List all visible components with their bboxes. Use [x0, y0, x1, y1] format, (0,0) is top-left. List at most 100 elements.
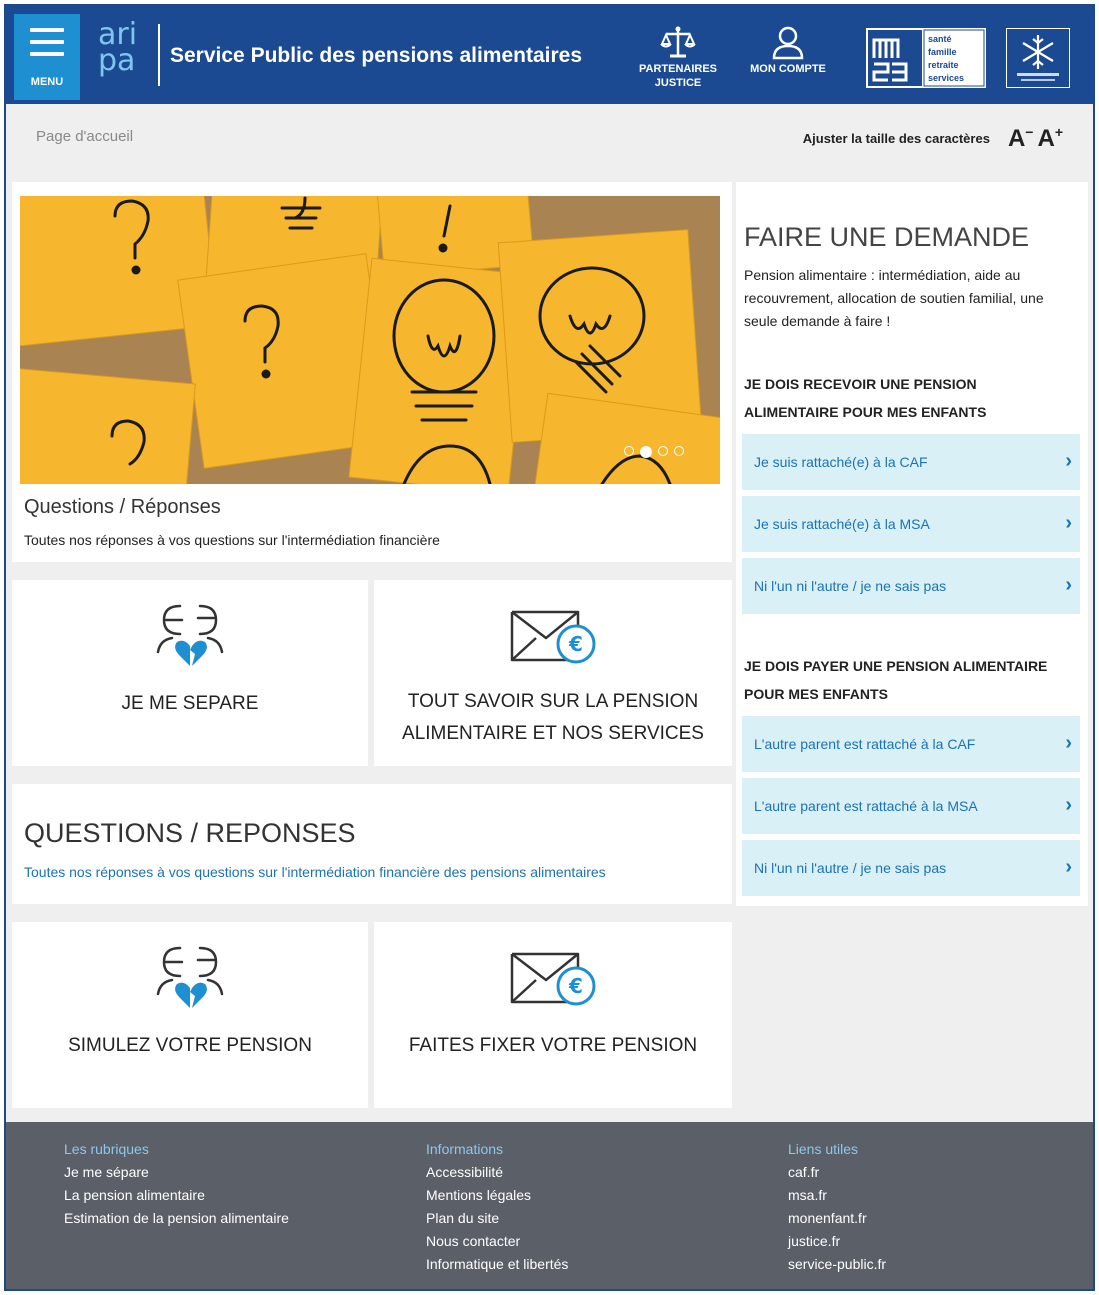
faire-une-demande-panel: FAIRE UNE DEMANDE Pension alimentaire : …: [736, 182, 1088, 906]
questions-reponses-block: QUESTIONS / REPONSES Toutes nos réponses…: [12, 784, 732, 904]
logo-divider: [158, 24, 160, 86]
mon-compte-label: MON COMPTE: [750, 63, 826, 75]
chevron-right-icon: ›: [1065, 450, 1072, 472]
font-adjust-label: Ajuster la taille des caractères: [802, 131, 990, 146]
euro-envelope-icon: €: [510, 952, 596, 1006]
qr-title[interactable]: QUESTIONS / REPONSES: [24, 818, 356, 849]
demande-title: FAIRE UNE DEMANDE: [744, 222, 1030, 252]
svg-text:€: €: [568, 632, 583, 656]
snowflake-emblem-icon: [1017, 35, 1059, 81]
logo-text-bottom: pa: [98, 43, 136, 78]
carousel-dot[interactable]: [658, 446, 668, 456]
menu-label: MENU: [30, 76, 64, 88]
footer-link[interactable]: La pension alimentaire: [64, 1184, 289, 1207]
msa-emblem-icon: santé famille retraite services: [868, 29, 985, 87]
footer-link[interactable]: Informatique et libertés: [426, 1253, 568, 1276]
link-label: Je suis rattaché(e) à la CAF: [754, 454, 928, 470]
footer-link[interactable]: Nous contacter: [426, 1230, 568, 1253]
font-decrease-glyph: A: [1007, 125, 1026, 152]
broken-heart-couple-icon: [156, 946, 224, 1008]
hamburger-icon: [30, 28, 64, 64]
site-header: MENU ari pa Service Public des pensions …: [6, 6, 1093, 104]
broken-heart-couple-icon: [156, 604, 224, 666]
site-footer: Les rubriques Je me sépare La pension al…: [6, 1122, 1093, 1289]
link-label: L'autre parent est rattaché à la MSA: [754, 798, 978, 814]
footer-link[interactable]: justice.fr: [788, 1230, 886, 1253]
carousel-subtitle: Toutes nos réponses à vos questions sur …: [24, 532, 440, 548]
qr-subtitle-link[interactable]: Toutes nos réponses à vos questions sur …: [24, 864, 606, 880]
link-label: Je suis rattaché(e) à la MSA: [754, 516, 930, 532]
carousel-title[interactable]: Questions / Réponses: [24, 496, 221, 519]
footer-column-informations: Informations Accessibilité Mentions léga…: [426, 1138, 568, 1276]
user-icon: [772, 26, 804, 60]
menu-button[interactable]: MENU: [14, 14, 80, 100]
chevron-right-icon: ›: [1065, 732, 1072, 754]
scales-icon: [660, 26, 696, 58]
footer-link[interactable]: Accessibilité: [426, 1161, 568, 1184]
tile-label: JE ME SEPARE: [121, 693, 259, 714]
svg-text:famille: famille: [928, 47, 957, 57]
chevron-right-icon: ›: [1065, 794, 1072, 816]
pay-link-other[interactable]: Ni l'un ni l'autre / je ne sais pas ›: [742, 840, 1080, 896]
font-decrease-sup: −: [1025, 124, 1034, 140]
carousel-pagination: [624, 446, 684, 458]
link-label: Ni l'un ni l'autre / je ne sais pas: [754, 578, 947, 594]
tile-label: SIMULEZ VOTRE PENSION: [68, 1035, 312, 1056]
footer-heading: Les rubriques: [64, 1141, 149, 1157]
caf-logo[interactable]: [1006, 28, 1070, 88]
justice-label: JUSTICE: [654, 77, 702, 89]
footer-column-rubriques: Les rubriques Je me sépare La pension al…: [64, 1138, 289, 1230]
site-title[interactable]: Service Public des pensions alimentaires: [170, 44, 582, 68]
carousel-dot-active[interactable]: [640, 446, 652, 458]
svg-text:retraite: retraite: [928, 60, 959, 70]
pay-link-msa[interactable]: L'autre parent est rattaché à la MSA ›: [742, 778, 1080, 834]
font-increase-glyph: A: [1037, 125, 1055, 152]
tile-simulez[interactable]: SIMULEZ VOTRE PENSION: [12, 922, 368, 1108]
demande-description: Pension alimentaire : intermédiation, ai…: [744, 267, 1044, 329]
footer-link[interactable]: monenfant.fr: [788, 1207, 886, 1230]
font-increase-button[interactable]: A+: [1037, 124, 1063, 153]
carousel-dot[interactable]: [674, 446, 684, 456]
carousel-dot[interactable]: [624, 446, 634, 456]
footer-column-liens-utiles: Liens utiles caf.fr msa.fr monenfant.fr …: [788, 1138, 886, 1276]
receive-link-other[interactable]: Ni l'un ni l'autre / je ne sais pas ›: [742, 558, 1080, 614]
link-label: L'autre parent est rattaché à la CAF: [754, 736, 976, 752]
msa-logo[interactable]: santé famille retraite services: [866, 28, 986, 88]
footer-link[interactable]: msa.fr: [788, 1184, 886, 1207]
tile-tout-savoir[interactable]: € TOUT SAVOIR SUR LA PENSION ALIMENTAIRE…: [374, 580, 732, 766]
euro-envelope-icon: €: [510, 610, 596, 664]
page-frame: MENU ari pa Service Public des pensions …: [4, 4, 1095, 1291]
chevron-right-icon: ›: [1065, 856, 1072, 878]
receive-link-msa[interactable]: Je suis rattaché(e) à la MSA ›: [742, 496, 1080, 552]
mon-compte-link[interactable]: MON COMPTE: [748, 24, 828, 76]
link-label: Ni l'un ni l'autre / je ne sais pas: [754, 860, 947, 876]
footer-heading: Liens utiles: [788, 1141, 859, 1157]
breadcrumb-bar: Page d'accueil Ajuster la taille des car…: [6, 104, 1093, 176]
receive-heading: JE DOIS RECEVOIR UNE PENSION ALIMENTAIRE…: [744, 376, 987, 420]
footer-link[interactable]: Plan du site: [426, 1207, 568, 1230]
font-decrease-button[interactable]: A−: [1008, 124, 1034, 153]
sticky-notes-illustration: [20, 196, 720, 484]
footer-link[interactable]: Je me sépare: [64, 1161, 289, 1184]
chevron-right-icon: ›: [1065, 512, 1072, 534]
partenaires-justice-link[interactable]: PARTENAIRES JUSTICE: [638, 24, 718, 90]
carousel: Questions / Réponses Toutes nos réponses…: [12, 182, 732, 562]
carousel-image[interactable]: [20, 196, 720, 484]
partenaires-label: PARTENAIRES: [638, 63, 718, 75]
font-size-adjuster: Ajuster la taille des caractères A− A+: [803, 124, 1063, 153]
footer-heading: Informations: [426, 1141, 504, 1157]
pay-link-caf[interactable]: L'autre parent est rattaché à la CAF ›: [742, 716, 1080, 772]
pay-heading: JE DOIS PAYER UNE PENSION ALIMENTAIRE PO…: [744, 658, 1048, 702]
tile-label: TOUT SAVOIR SUR LA PENSION ALIMENTAIRE E…: [402, 691, 704, 744]
footer-link[interactable]: caf.fr: [788, 1161, 886, 1184]
breadcrumb[interactable]: Page d'accueil: [36, 128, 133, 145]
footer-link[interactable]: service-public.fr: [788, 1253, 886, 1276]
svg-text:€: €: [568, 974, 583, 998]
tile-je-me-separe[interactable]: JE ME SEPARE: [12, 580, 368, 766]
footer-link[interactable]: Mentions légales: [426, 1184, 568, 1207]
footer-link[interactable]: Estimation de la pension alimentaire: [64, 1207, 289, 1230]
font-increase-sup: +: [1054, 124, 1063, 140]
receive-link-caf[interactable]: Je suis rattaché(e) à la CAF ›: [742, 434, 1080, 490]
tile-faites-fixer[interactable]: € FAITES FIXER VOTRE PENSION: [374, 922, 732, 1108]
aripa-logo[interactable]: ari pa: [98, 20, 146, 88]
